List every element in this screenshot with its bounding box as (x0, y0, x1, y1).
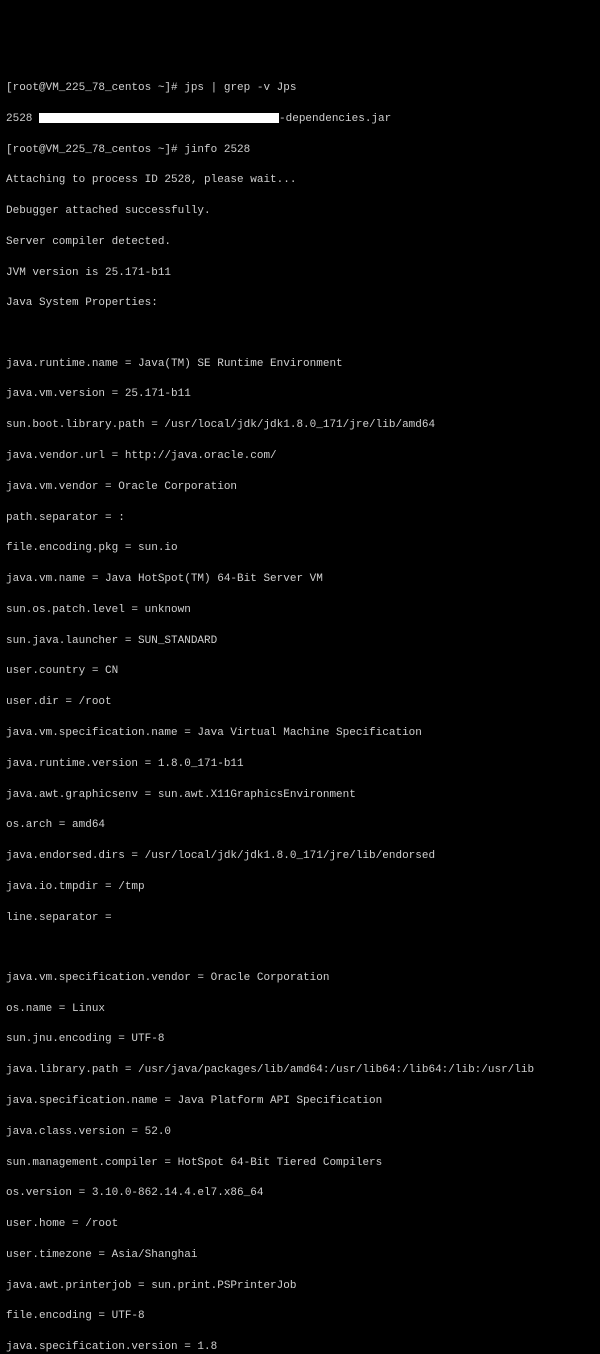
prop-sun-management-compiler: sun.management.compiler = HotSpot 64-Bit… (6, 1156, 594, 1171)
redacted-text (39, 113, 279, 123)
prop-java-vm-name: java.vm.name = Java HotSpot(TM) 64-Bit S… (6, 572, 594, 587)
prop-java-vm-spec-name: java.vm.specification.name = Java Virtua… (6, 726, 594, 741)
prop-file-encoding: file.encoding = UTF-8 (6, 1309, 594, 1324)
jps-output: 2528 -dependencies.jar (6, 112, 594, 127)
attach-message: Attaching to process ID 2528, please wai… (6, 173, 594, 188)
prop-java-vm-version: java.vm.version = 25.171-b11 (6, 387, 594, 402)
prop-line-separator: line.separator = (6, 911, 594, 926)
prop-java-spec-version: java.specification.version = 1.8 (6, 1340, 594, 1354)
prop-sun-java-launcher: sun.java.launcher = SUN_STANDARD (6, 634, 594, 649)
prop-java-endorsed-dirs: java.endorsed.dirs = /usr/local/jdk/jdk1… (6, 849, 594, 864)
prop-user-timezone: user.timezone = Asia/Shanghai (6, 1248, 594, 1263)
terminal-output[interactable]: [root@VM_225_78_centos ~]# jps | grep -v… (6, 66, 594, 1354)
prop-path-separator: path.separator = : (6, 511, 594, 526)
prop-user-home: user.home = /root (6, 1217, 594, 1232)
prop-sun-os-patch-level: sun.os.patch.level = unknown (6, 603, 594, 618)
compiler-message: Server compiler detected. (6, 235, 594, 250)
prop-file-encoding-pkg: file.encoding.pkg = sun.io (6, 541, 594, 556)
blank-line (6, 327, 594, 341)
jvm-version: JVM version is 25.171-b11 (6, 266, 594, 281)
prop-user-country: user.country = CN (6, 664, 594, 679)
prop-java-awt-graphicsenv: java.awt.graphicsenv = sun.awt.X11Graphi… (6, 788, 594, 803)
prop-os-version: os.version = 3.10.0-862.14.4.el7.x86_64 (6, 1186, 594, 1201)
prop-java-spec-name: java.specification.name = Java Platform … (6, 1094, 594, 1109)
shell-prompt: [root@VM_225_78_centos ~]# (6, 144, 184, 156)
props-header: Java System Properties: (6, 296, 594, 311)
prop-os-arch: os.arch = amd64 (6, 818, 594, 833)
shell-prompt: [root@VM_225_78_centos ~]# (6, 82, 184, 94)
command-text: jinfo 2528 (184, 144, 250, 156)
prop-sun-jnu-encoding: sun.jnu.encoding = UTF-8 (6, 1032, 594, 1047)
command-line-1: [root@VM_225_78_centos ~]# jps | grep -v… (6, 81, 594, 96)
prop-sun-boot-library-path: sun.boot.library.path = /usr/local/jdk/j… (6, 418, 594, 433)
command-line-2: [root@VM_225_78_centos ~]# jinfo 2528 (6, 143, 594, 158)
prop-java-io-tmpdir: java.io.tmpdir = /tmp (6, 880, 594, 895)
command-text: jps | grep -v Jps (184, 82, 296, 94)
prop-java-runtime-name: java.runtime.name = Java(TM) SE Runtime … (6, 357, 594, 372)
blank-line (6, 941, 594, 955)
debugger-message: Debugger attached successfully. (6, 204, 594, 219)
prop-java-library-path: java.library.path = /usr/java/packages/l… (6, 1063, 594, 1078)
prop-java-vm-spec-vendor: java.vm.specification.vendor = Oracle Co… (6, 971, 594, 986)
prop-java-class-version: java.class.version = 52.0 (6, 1125, 594, 1140)
prop-java-awt-printerjob: java.awt.printerjob = sun.print.PSPrinte… (6, 1279, 594, 1294)
prop-os-name: os.name = Linux (6, 1002, 594, 1017)
prop-java-runtime-version: java.runtime.version = 1.8.0_171-b11 (6, 757, 594, 772)
prop-user-dir: user.dir = /root (6, 695, 594, 710)
prop-java-vm-vendor: java.vm.vendor = Oracle Corporation (6, 480, 594, 495)
prop-java-vendor-url: java.vendor.url = http://java.oracle.com… (6, 449, 594, 464)
